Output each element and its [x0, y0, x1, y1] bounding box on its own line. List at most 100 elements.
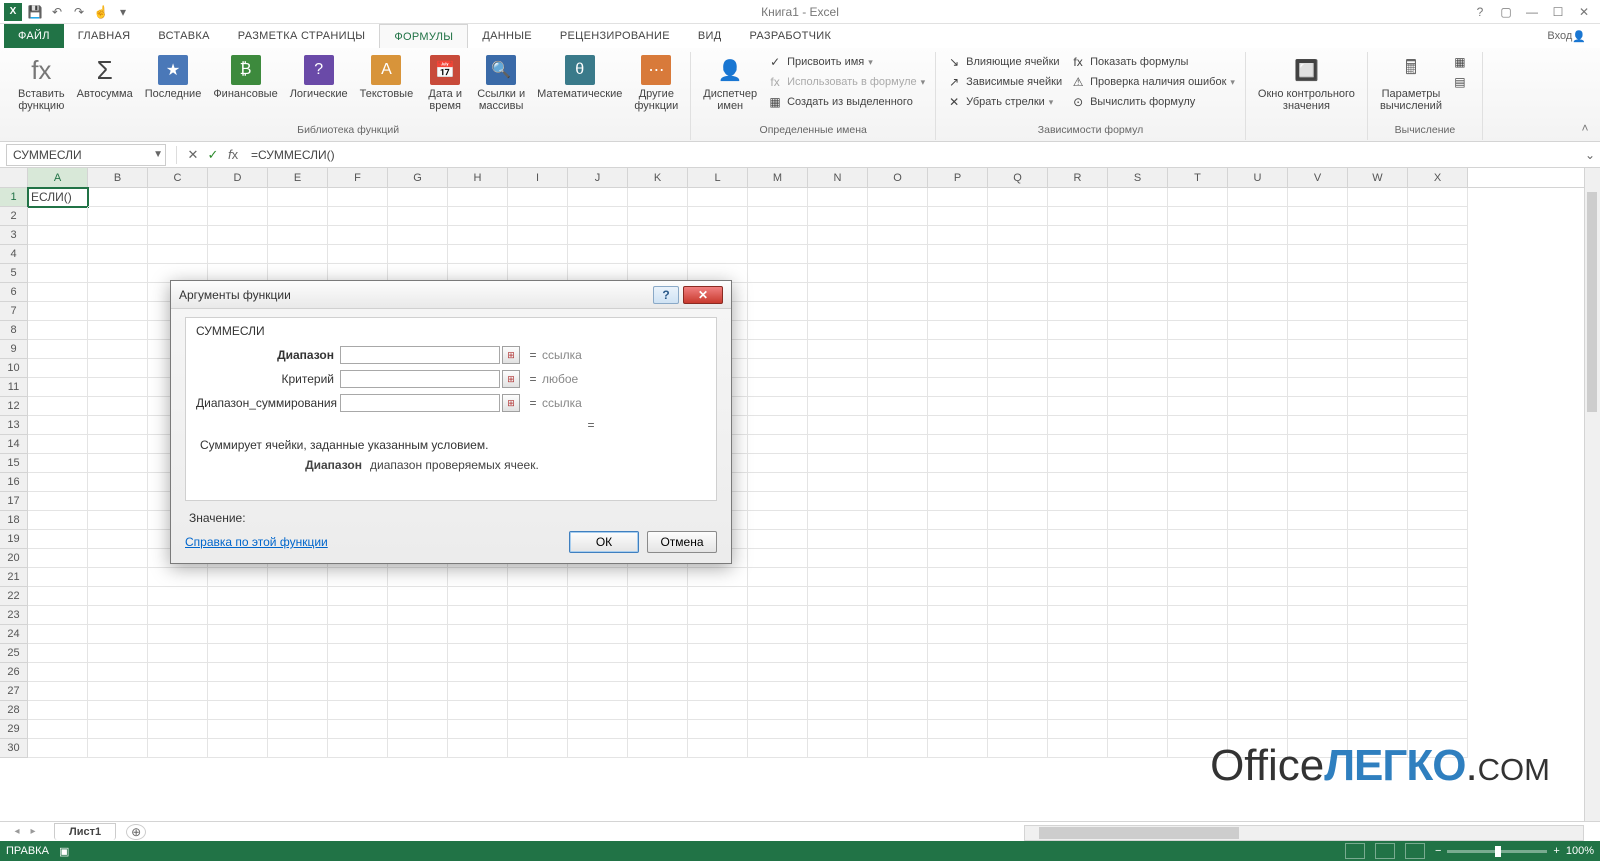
cell[interactable] [88, 321, 148, 340]
cell[interactable] [808, 416, 868, 435]
sheet-nav-prev-icon[interactable]: ◂ [10, 826, 24, 837]
cell[interactable] [508, 606, 568, 625]
cell[interactable] [1408, 568, 1468, 587]
cell[interactable] [268, 226, 328, 245]
cell[interactable] [1288, 682, 1348, 701]
column-header[interactable]: A [28, 168, 88, 187]
cell[interactable] [148, 625, 208, 644]
cell[interactable] [928, 378, 988, 397]
cell[interactable] [808, 378, 868, 397]
cell[interactable] [448, 720, 508, 739]
dialog-close-button[interactable]: ✕ [683, 286, 723, 304]
cell[interactable] [388, 226, 448, 245]
cell[interactable] [868, 188, 928, 207]
cell[interactable] [1348, 283, 1408, 302]
cell[interactable] [1168, 359, 1228, 378]
cell[interactable] [328, 226, 388, 245]
cell[interactable] [688, 701, 748, 720]
cell[interactable] [568, 682, 628, 701]
cell[interactable] [808, 359, 868, 378]
cell[interactable] [1408, 264, 1468, 283]
cell[interactable] [1168, 302, 1228, 321]
cell[interactable] [1168, 416, 1228, 435]
cell[interactable] [1048, 682, 1108, 701]
name-box-dropdown-icon[interactable]: ▼ [153, 149, 163, 160]
ribbon-item[interactable]: ▤ [1450, 72, 1474, 92]
cell[interactable] [748, 625, 808, 644]
row-header[interactable]: 10 [0, 359, 28, 378]
cell[interactable] [1348, 473, 1408, 492]
cell[interactable] [208, 568, 268, 587]
cell[interactable] [1048, 587, 1108, 606]
cell[interactable] [268, 739, 328, 758]
cell[interactable] [328, 625, 388, 644]
cell[interactable] [988, 587, 1048, 606]
cell[interactable] [1228, 530, 1288, 549]
cell[interactable] [688, 568, 748, 587]
cell[interactable] [508, 207, 568, 226]
cell[interactable] [748, 321, 808, 340]
cell[interactable] [268, 682, 328, 701]
cell[interactable] [1168, 321, 1228, 340]
cell[interactable] [1348, 606, 1408, 625]
cell[interactable] [868, 302, 928, 321]
cell[interactable] [28, 701, 88, 720]
cell[interactable] [1048, 549, 1108, 568]
cell[interactable] [748, 511, 808, 530]
cell[interactable] [448, 606, 508, 625]
cell[interactable] [1288, 701, 1348, 720]
cell[interactable] [28, 435, 88, 454]
cell[interactable] [808, 701, 868, 720]
cell[interactable] [988, 359, 1048, 378]
cell[interactable] [868, 720, 928, 739]
cell[interactable] [1048, 606, 1108, 625]
cell[interactable] [148, 226, 208, 245]
cell[interactable] [1288, 245, 1348, 264]
cell[interactable] [1408, 625, 1468, 644]
cell[interactable] [1348, 568, 1408, 587]
cell[interactable] [1228, 625, 1288, 644]
cell[interactable] [1228, 397, 1288, 416]
macro-record-icon[interactable]: ▣ [59, 845, 69, 858]
row-header[interactable]: 28 [0, 701, 28, 720]
cell[interactable] [508, 625, 568, 644]
cell[interactable] [388, 663, 448, 682]
cell[interactable] [1288, 359, 1348, 378]
cell[interactable] [868, 644, 928, 663]
cell[interactable] [268, 663, 328, 682]
cell[interactable] [208, 739, 268, 758]
cell[interactable] [688, 188, 748, 207]
collapse-ribbon-icon[interactable]: ˄ [1576, 119, 1594, 137]
cell[interactable] [568, 207, 628, 226]
insert-function-icon[interactable]: fx [223, 145, 243, 165]
cell[interactable] [88, 473, 148, 492]
qat-customize-icon[interactable]: ▾ [114, 3, 132, 21]
cell[interactable] [1348, 188, 1408, 207]
cell[interactable] [1108, 739, 1168, 758]
cell[interactable] [28, 359, 88, 378]
ribbon-button[interactable]: AТекстовые [356, 52, 418, 102]
cell[interactable] [868, 473, 928, 492]
cell[interactable] [1408, 207, 1468, 226]
ribbon-button[interactable]: ₿Финансовые [209, 52, 281, 102]
cell[interactable] [88, 606, 148, 625]
cell[interactable] [28, 207, 88, 226]
cell[interactable] [1288, 397, 1348, 416]
cell[interactable] [1228, 416, 1288, 435]
cell[interactable] [688, 720, 748, 739]
cell[interactable] [808, 454, 868, 473]
row-header[interactable]: 27 [0, 682, 28, 701]
row-header[interactable]: 13 [0, 416, 28, 435]
cell[interactable] [988, 492, 1048, 511]
cell[interactable] [688, 663, 748, 682]
cell[interactable] [988, 644, 1048, 663]
cell[interactable] [268, 568, 328, 587]
column-header[interactable]: N [808, 168, 868, 187]
zoom-value[interactable]: 100% [1566, 845, 1594, 857]
row-header[interactable]: 26 [0, 663, 28, 682]
cell[interactable] [1288, 587, 1348, 606]
cell[interactable] [1348, 720, 1408, 739]
cell[interactable] [1108, 378, 1168, 397]
cell[interactable] [1168, 226, 1228, 245]
ribbon-item[interactable]: ↘Влияющие ячейки [944, 52, 1064, 72]
